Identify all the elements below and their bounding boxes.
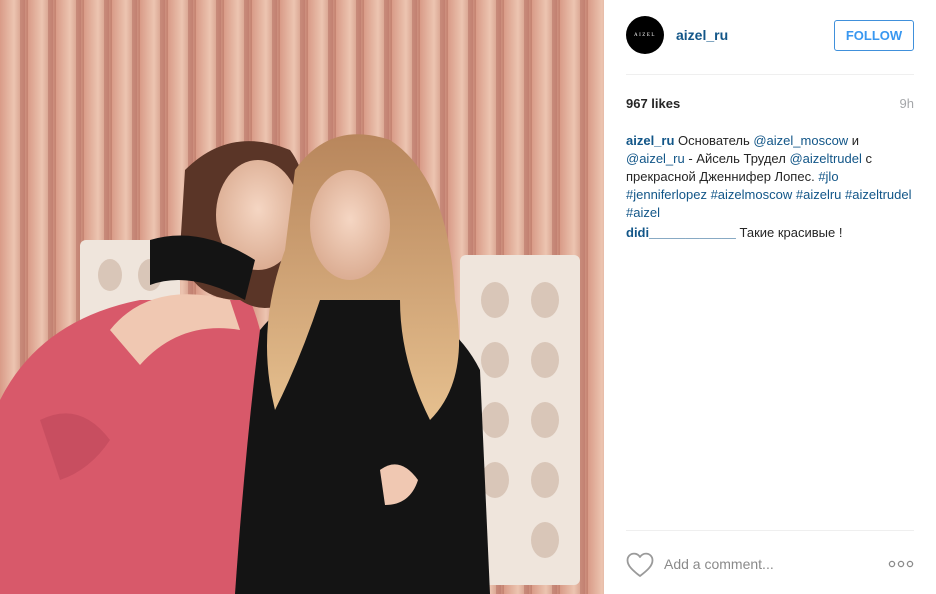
photo-illustration <box>0 0 604 594</box>
hashtag-link[interactable]: #jlo <box>818 169 838 184</box>
post-photo[interactable] <box>0 0 604 594</box>
profile-avatar[interactable]: AIZEL <box>626 16 664 54</box>
hashtag-link[interactable]: #aizelmoscow <box>711 187 793 202</box>
hashtag-link[interactable]: #jenniferlopez <box>626 187 707 202</box>
avatar-logo-text: AIZEL <box>634 32 656 38</box>
hashtag-link[interactable]: #aizelru <box>796 187 842 202</box>
hashtag-link[interactable]: #aizel <box>626 205 660 220</box>
comment-text: Такие красивые ! <box>735 225 843 240</box>
mention-link[interactable]: @aizel_moscow <box>753 133 848 148</box>
post-actions <box>626 548 914 580</box>
comments-list: aizel_ru Основатель @aizel_moscow и @aiz… <box>626 132 914 244</box>
heart-outline-icon[interactable] <box>626 552 654 578</box>
caption-text: и <box>848 133 860 148</box>
caption-text: Основатель <box>674 133 754 148</box>
actions-divider <box>626 530 914 531</box>
comment-item: didi____________ Такие красивые ! <box>626 224 914 242</box>
post-timestamp[interactable]: 9h <box>900 96 914 111</box>
header-divider <box>626 74 914 75</box>
caption-author-link[interactable]: aizel_ru <box>626 133 674 148</box>
mention-link[interactable]: @aizel_ru <box>626 151 685 166</box>
more-options-icon[interactable] <box>888 558 914 570</box>
comment-author-link[interactable]: didi____________ <box>626 225 736 240</box>
add-comment-input[interactable] <box>664 552 869 576</box>
caption-comment: aizel_ru Основатель @aizel_moscow и @aiz… <box>626 132 914 222</box>
post-header: AIZEL aizel_ru FOLLOW <box>626 16 914 56</box>
caption-text: - Айсель Трудел <box>684 151 790 166</box>
post-sidebar: AIZEL aizel_ru FOLLOW 967 likes 9h aizel… <box>604 0 936 594</box>
likes-count[interactable]: 967 likes <box>626 96 680 111</box>
profile-username-link[interactable]: aizel_ru <box>676 27 728 43</box>
follow-button[interactable]: FOLLOW <box>834 20 914 51</box>
hashtag-link[interactable]: #aizeltrudel <box>845 187 912 202</box>
mention-link[interactable]: @aizeltrudel <box>789 151 861 166</box>
